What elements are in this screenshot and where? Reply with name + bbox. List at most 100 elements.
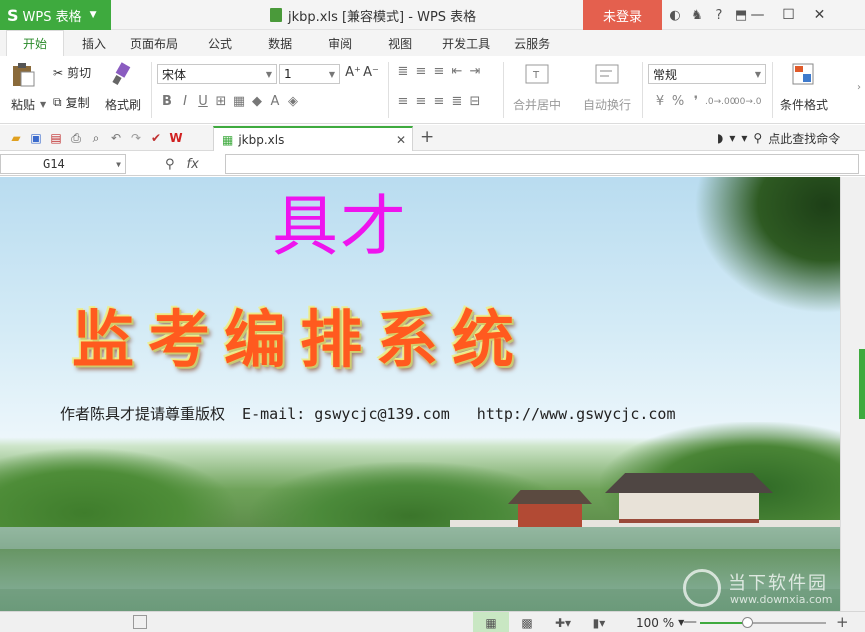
zoom-out-icon[interactable]: — (683, 614, 697, 630)
spreadsheet-file-icon (270, 8, 282, 22)
quick-access-bar: ▰ ▣ ▤ ⎙ ⌕ ↶ ↷ ✔ W ▦ jkbp.xls ✕ + ◗ ▾ ▾ ⚲… (0, 125, 865, 151)
titlebar-tools: ◐ ♞ ? ⬒ (664, 0, 752, 30)
tab-home[interactable]: 开始 (6, 30, 65, 56)
formula-input[interactable] (225, 154, 859, 174)
wps-logo-small-icon[interactable]: W (166, 131, 186, 145)
login-button[interactable]: 未登录 (583, 0, 662, 30)
open-folder-icon[interactable]: ▰ (6, 131, 26, 145)
underline-icon[interactable]: U (194, 94, 212, 109)
print-preview-icon[interactable]: ⌕ (86, 131, 106, 146)
ribbon-separator (772, 62, 773, 118)
distributed-icon[interactable]: ⊟ (466, 94, 484, 109)
document-assistant-icon[interactable]: ◗ (717, 131, 723, 145)
conditional-format-button[interactable]: 条件格式 (780, 62, 828, 113)
eye-protect-icon[interactable]: ▮▾ (581, 612, 617, 632)
customize-quick-access-icon[interactable]: ✔ (146, 131, 166, 145)
print-icon[interactable]: ⎙ (66, 131, 86, 146)
justify-icon[interactable]: ≣ (448, 94, 466, 109)
zoom-icon[interactable]: ⚲ (165, 157, 175, 172)
currency-icon[interactable]: ¥ (651, 94, 669, 109)
zoom-slider[interactable] (700, 617, 826, 628)
tab-page-layout[interactable]: 页面布局 (118, 30, 190, 56)
paste-dropdown-icon[interactable]: ▼ (40, 100, 46, 109)
minimize-icon[interactable]: — (742, 0, 773, 30)
close-tab-icon[interactable]: ✕ (396, 133, 406, 147)
thousands-icon[interactable]: ❜ (687, 94, 705, 109)
redo-icon[interactable]: ↷ (126, 131, 146, 145)
fill-color-icon[interactable]: ◆ (248, 94, 266, 109)
grow-font-icon[interactable]: A⁺ (344, 65, 362, 80)
font-size-select[interactable]: 1 ▼ (279, 64, 340, 84)
copy-icon: ⧉ (53, 95, 62, 109)
cut-button[interactable]: ✂ 剪切 (53, 64, 91, 81)
name-box[interactable]: G14 ▼ (0, 154, 126, 174)
close-icon[interactable]: ✕ (804, 0, 835, 30)
command-search-label[interactable]: 点此查找命令 (768, 130, 840, 147)
sidebar-toggle-handle[interactable] (859, 349, 865, 419)
pavilion-large (605, 473, 773, 529)
shirt-icon[interactable]: ♞ (686, 8, 708, 23)
document-tab[interactable]: ▦ jkbp.xls ✕ (213, 126, 413, 151)
merge-center-button[interactable]: T 合并居中 (513, 62, 561, 113)
format-painter-button[interactable]: 格式刷 (105, 62, 141, 113)
document-status-icon[interactable] (133, 615, 147, 629)
vertical-scrollbar[interactable] (840, 177, 865, 611)
export-pdf-icon[interactable]: ▤ (46, 131, 66, 145)
sheet-canvas[interactable]: 具才 监考编排系统 作者陈具才提请尊重版权 E-mail: gswycjc@13… (0, 177, 840, 611)
indent-decrease-icon[interactable]: ⇤ (448, 64, 466, 79)
wrap-text-button[interactable]: 自动换行 (583, 62, 631, 113)
align-center-icon[interactable]: ≡ (412, 94, 430, 109)
tab-data[interactable]: 数据 (250, 30, 310, 56)
reading-mode-icon[interactable]: ✚▾ (545, 612, 581, 632)
zoom-level[interactable]: 100 % ▼ (636, 612, 684, 632)
comment-icon[interactable]: ▾ (729, 131, 735, 145)
align-left-icon[interactable]: ≡ (394, 94, 412, 109)
indent-increase-icon[interactable]: ⇥ (466, 64, 484, 79)
merge-border-icon[interactable]: ▦ (230, 94, 248, 109)
copy-label: 复制 (65, 96, 90, 110)
maximize-icon[interactable]: ☐ (773, 0, 804, 30)
undo-icon[interactable]: ↶ (106, 131, 126, 145)
tab-cloud[interactable]: 云服务 (502, 30, 562, 56)
bold-icon[interactable]: B (158, 94, 176, 109)
tab-review[interactable]: 审阅 (310, 30, 370, 56)
wps-app-menu-button[interactable]: S WPS 表格 ▼ (0, 0, 111, 30)
paste-button[interactable]: 粘贴 (10, 62, 36, 113)
align-bottom-icon[interactable]: ≡ (430, 64, 448, 79)
system-title-art: 监考编排系统 (72, 303, 529, 376)
chevron-down-icon: ▼ (328, 69, 335, 79)
help-icon[interactable]: ? (708, 8, 730, 23)
ribbon-scroll-icon[interactable]: › (857, 82, 861, 93)
ribbon-separator (642, 62, 643, 118)
conditional-format-icon (792, 63, 814, 85)
percent-icon[interactable]: % (669, 94, 687, 109)
border-icon[interactable]: ⊞ (212, 94, 230, 109)
align-top-icon[interactable]: ≣ (394, 64, 412, 79)
decrease-decimal-icon[interactable]: .00→.0 (731, 97, 761, 107)
save-icon[interactable]: ▣ (26, 131, 46, 145)
skin-icon[interactable]: ◐ (664, 8, 686, 23)
number-format-select[interactable]: 常规 ▼ (648, 64, 766, 84)
tab-formulas[interactable]: 公式 (190, 30, 250, 56)
normal-view-icon[interactable]: ▦ (473, 612, 509, 632)
page-break-view-icon[interactable]: ▩ (509, 612, 545, 632)
shrink-font-icon[interactable]: A⁻ (362, 65, 380, 80)
eraser-icon[interactable]: ◈ (284, 94, 302, 109)
zoom-in-icon[interactable]: + (836, 613, 849, 631)
fx-icon[interactable]: fx (187, 157, 199, 172)
font-name-select[interactable]: 宋体 ▼ (157, 64, 277, 84)
align-middle-icon[interactable]: ≡ (412, 64, 430, 79)
align-right-icon[interactable]: ≡ (430, 94, 448, 109)
new-tab-icon[interactable]: + (420, 127, 434, 147)
increase-decimal-icon[interactable]: .0→.00 (705, 97, 735, 107)
format-painter-label: 格式刷 (105, 98, 142, 112)
tab-developer[interactable]: 开发工具 (430, 30, 502, 56)
tab-view[interactable]: 视图 (370, 30, 430, 56)
zoom-slider-handle[interactable] (741, 617, 753, 628)
tab-menu-icon[interactable]: ▾ (741, 131, 747, 145)
italic-icon[interactable]: I (176, 94, 194, 109)
font-size-tools: A⁺ A⁻ (344, 65, 380, 80)
font-color-icon[interactable]: A (266, 94, 284, 109)
tab-insert[interactable]: 插入 (70, 30, 118, 56)
copy-button[interactable]: ⧉ 复制 (53, 94, 90, 111)
